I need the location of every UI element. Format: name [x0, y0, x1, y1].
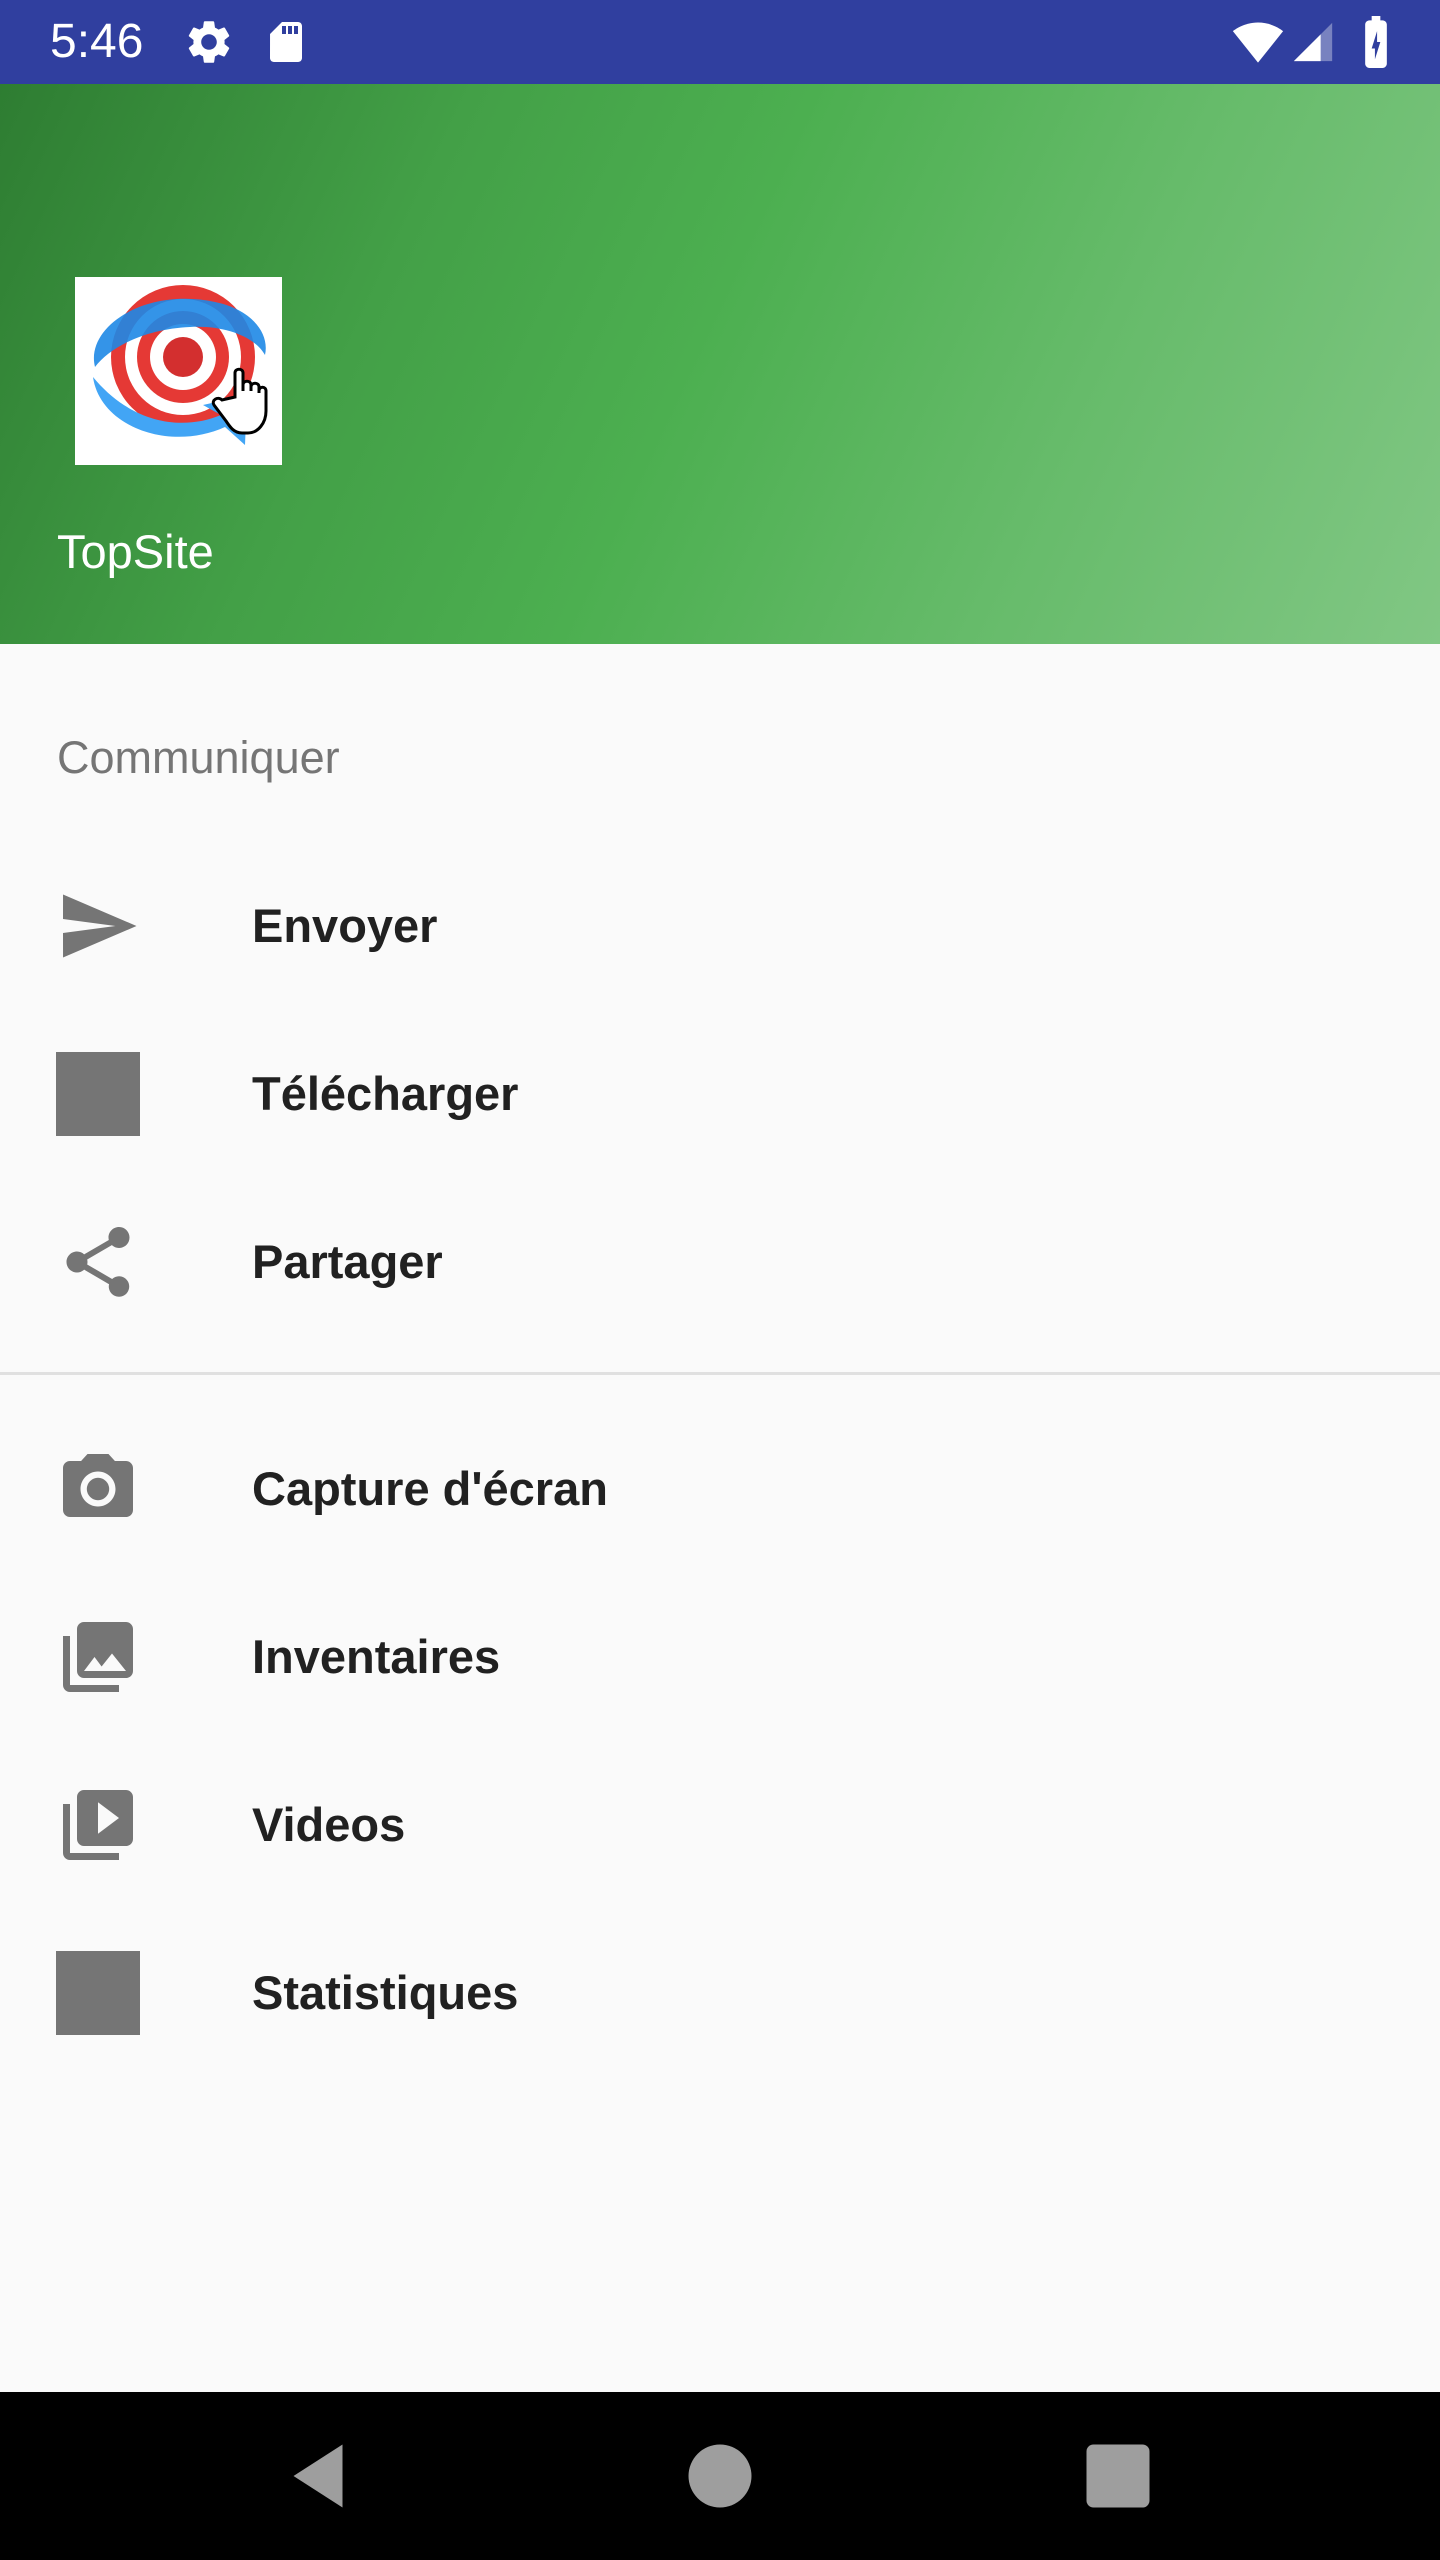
drawer-header: TopSite [0, 84, 1440, 644]
status-bar: 5:46 [0, 0, 1440, 84]
placeholder-square-icon [56, 1951, 140, 2035]
app-name: TopSite [57, 525, 214, 578]
menu-item-telecharger[interactable]: Télécharger [0, 1010, 1440, 1178]
home-icon[interactable] [678, 2434, 762, 2518]
menu-item-inventaires[interactable]: Inventaires [0, 1573, 1440, 1741]
menu-item-partager[interactable]: Partager [0, 1178, 1440, 1346]
send-icon [63, 894, 137, 958]
topsite-logo-icon [93, 285, 268, 445]
recents-icon[interactable] [1076, 2434, 1160, 2518]
menu-item-label: Inventaires [252, 1630, 501, 1683]
menu-item-statistiques[interactable]: Statistiques [0, 1909, 1440, 2077]
menu-item-capture-ecran[interactable]: Capture d'écran [0, 1405, 1440, 1573]
navigation-drawer-screen: 5:46 TopSite Communiquer Envoyer Télécha… [0, 0, 1440, 2560]
camera-icon [63, 1454, 133, 1517]
menu-item-envoyer[interactable]: Envoyer [0, 842, 1440, 1010]
menu-item-label: Envoyer [252, 899, 438, 952]
signal-icon [1293, 22, 1333, 62]
status-time: 5:46 [50, 15, 144, 68]
battery-charging-icon [1365, 16, 1387, 68]
section-title-communiquer: Communiquer [57, 732, 340, 783]
system-navigation-bar [0, 2392, 1440, 2560]
menu-item-label: Partager [252, 1235, 443, 1288]
sd-card-icon [270, 22, 302, 62]
menu-item-label: Capture d'écran [252, 1462, 608, 1515]
wifi-icon [1232, 22, 1284, 63]
menu-item-label: Videos [252, 1798, 406, 1851]
placeholder-square-icon [56, 1052, 140, 1136]
settings-icon [188, 21, 230, 63]
share-icon [66, 1227, 130, 1297]
photo-library-icon [63, 1622, 133, 1692]
video-library-icon [63, 1790, 133, 1860]
back-icon[interactable] [276, 2434, 360, 2518]
app-logo [75, 277, 282, 465]
menu-item-label: Télécharger [252, 1067, 519, 1120]
menu-item-videos[interactable]: Videos [0, 1741, 1440, 1909]
menu-divider [0, 1372, 1440, 1375]
menu-item-label: Statistiques [252, 1966, 519, 2019]
